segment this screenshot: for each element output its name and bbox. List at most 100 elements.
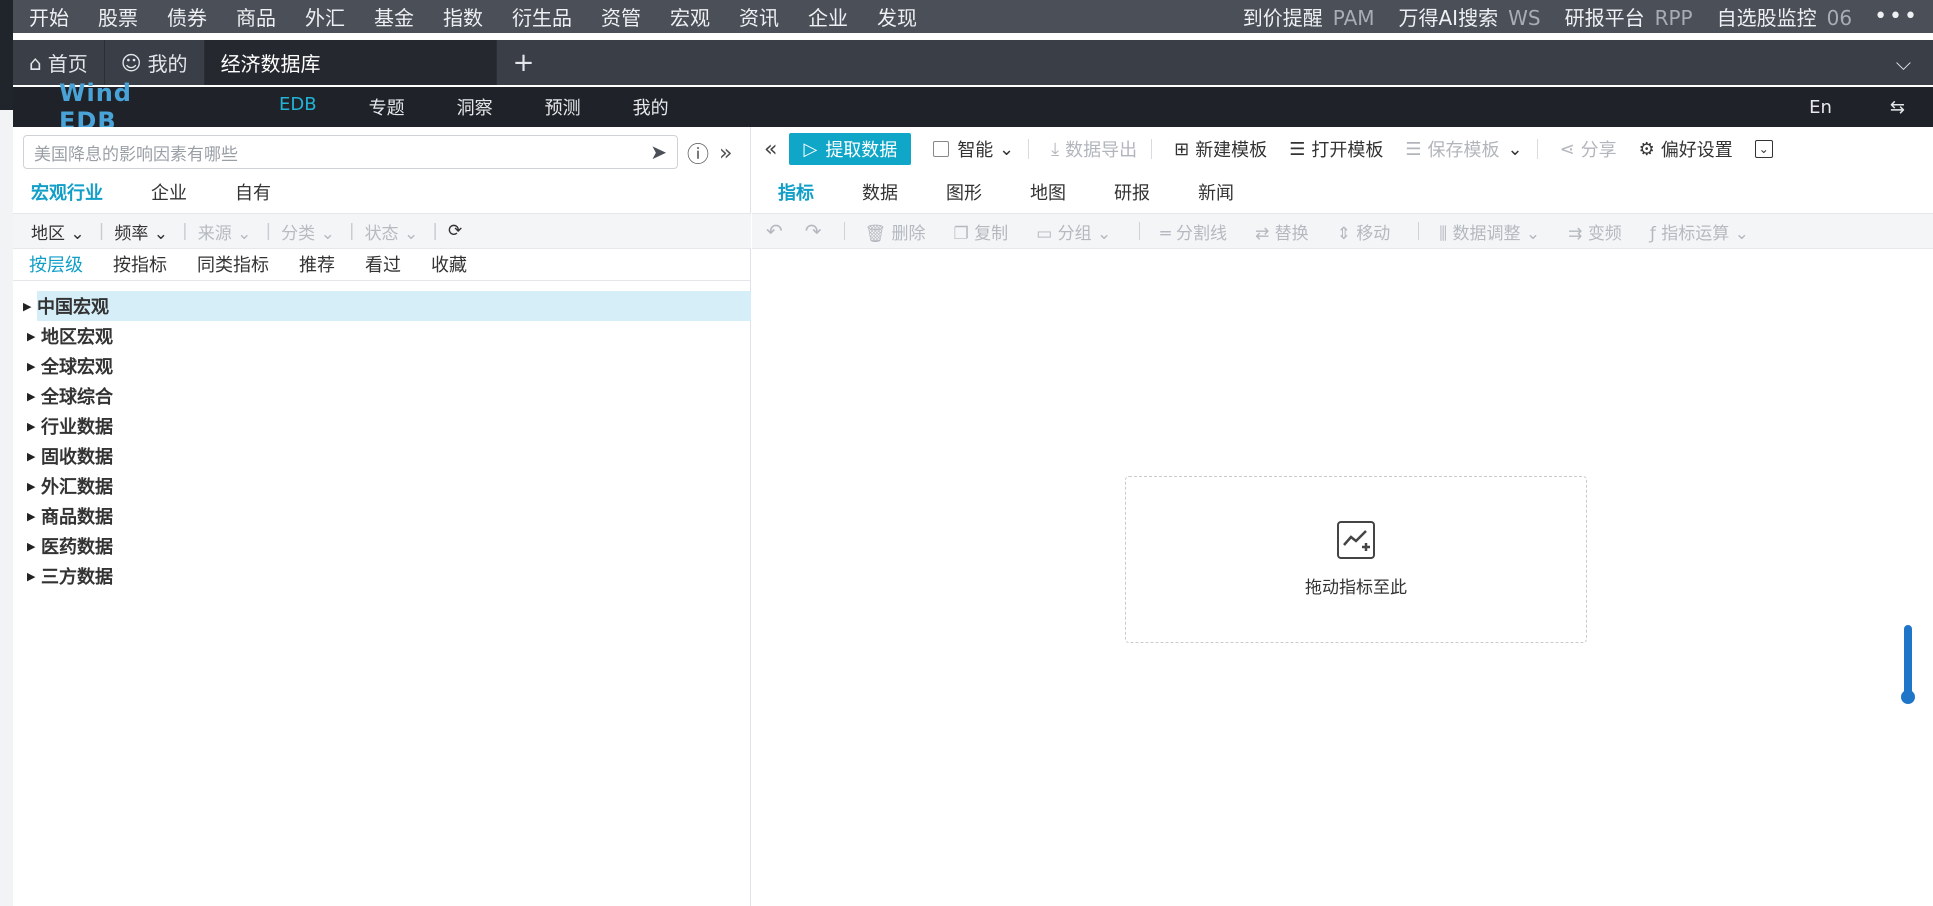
nav-mine[interactable]: 我的 xyxy=(633,94,669,120)
search-input[interactable]: 美国降息的影响因素有哪些 ➤ xyxy=(23,135,678,169)
switch-icon[interactable]: ⇆ xyxy=(1890,97,1905,118)
delete-button[interactable]: 🗑 删除 xyxy=(865,219,926,244)
scope-enterprise[interactable]: 企业 xyxy=(151,179,187,205)
menu-start[interactable]: 开始 xyxy=(29,2,69,31)
ai-search-link[interactable]: 万得AI搜索 WS xyxy=(1399,2,1541,31)
menu-discover[interactable]: 发现 xyxy=(877,2,917,31)
redo-icon[interactable]: ↷ xyxy=(805,219,822,243)
preferences-button[interactable]: ⚙ 偏好设置 xyxy=(1639,136,1733,162)
divider-button[interactable]: ═ 分割线 xyxy=(1160,219,1227,244)
save-template-chevron-icon[interactable]: ⌄ xyxy=(1507,139,1522,160)
tree-node[interactable]: ▶ 地区宏观 xyxy=(13,321,751,351)
view-tabs: 指标 数据 图形 地图 研报 新闻 xyxy=(778,179,1282,205)
drop-zone-text: 拖动指标至此 xyxy=(1305,578,1407,598)
save-template-button[interactable]: ☰ 保存模板 xyxy=(1405,136,1499,162)
tab-by-level[interactable]: 按层级 xyxy=(29,251,83,277)
panel-dropdown-icon[interactable]: ⌄ xyxy=(1754,140,1773,158)
download-icon: ⤓ xyxy=(1051,138,1060,160)
tree-node[interactable]: ▶ 固收数据 xyxy=(13,441,751,471)
menu-funds[interactable]: 基金 xyxy=(374,2,414,31)
filter-bar: 地区 ⌄ | 频率 ⌄ | 来源 ⌄ | 分类 ⌄ | 状态 ⌄ | ⟳ xyxy=(13,213,751,249)
tab-map[interactable]: 地图 xyxy=(1030,179,1066,205)
menu-bonds[interactable]: 债券 xyxy=(167,2,207,31)
new-template-button[interactable]: ⊞ 新建模板 xyxy=(1174,136,1267,162)
tree-node[interactable]: ▶ 三方数据 xyxy=(13,561,751,591)
research-platform-link[interactable]: 研报平台 RPP xyxy=(1565,2,1693,31)
region-filter[interactable]: 地区 ⌄ xyxy=(31,219,85,244)
scope-own[interactable]: 自有 xyxy=(235,179,271,205)
tab-viewed[interactable]: 看过 xyxy=(365,251,401,277)
tab-list-chevron-icon[interactable]: ⌵ xyxy=(1896,40,1933,85)
scope-macro-industry[interactable]: 宏观行业 xyxy=(31,179,103,205)
move-button[interactable]: ⇕ 移动 xyxy=(1337,219,1391,244)
indicator-calc-button[interactable]: ƒ 指标运算 ⌄ xyxy=(1650,219,1749,244)
tab-by-indicator[interactable]: 按指标 xyxy=(113,251,167,277)
tree-node[interactable]: ▶ 商品数据 xyxy=(13,501,751,531)
scope-tabs: 宏观行业 企业 自有 xyxy=(31,179,319,205)
extract-data-button[interactable]: ▷ 提取数据 xyxy=(789,133,912,165)
menu-asset-mgmt[interactable]: 资管 xyxy=(601,2,641,31)
caret-right-icon: ▶ xyxy=(27,329,36,343)
category-filter[interactable]: 分类 ⌄ xyxy=(281,219,335,244)
language-toggle[interactable]: En xyxy=(1809,97,1832,118)
menu-stocks[interactable]: 股票 xyxy=(98,2,138,31)
expand-panel-icon[interactable]: » xyxy=(719,141,732,166)
help-icon[interactable]: ⓘ xyxy=(687,137,709,169)
menu-macro[interactable]: 宏观 xyxy=(670,2,710,31)
tab-recommend[interactable]: 推荐 xyxy=(299,251,335,277)
menu-news[interactable]: 资讯 xyxy=(739,2,779,31)
group-button[interactable]: ▭ 分组 ⌄ xyxy=(1036,219,1111,244)
tree-node[interactable]: ▶ 外汇数据 xyxy=(13,471,751,501)
replace-button[interactable]: ⇄ 替换 xyxy=(1255,219,1309,244)
tab-edb[interactable]: 经济数据库 xyxy=(204,40,497,85)
tree-node[interactable]: ▶ 全球宏观 xyxy=(13,351,751,381)
caret-right-icon: ▶ xyxy=(27,509,36,523)
category-tree: ▶ 中国宏观 ▶ 地区宏观 ▶ 全球宏观 ▶ 全球综合 ▶ 行业数据 ▶ 固收数据 ▶ 外汇数… xyxy=(13,291,751,591)
open-template-button[interactable]: ☰ 打开模板 xyxy=(1289,136,1383,162)
chart-add-icon xyxy=(1337,521,1375,559)
workspace-panel: « ▷ 提取数据 智能 ⌄ ⤓ 数据导出 ⊞ 新建模板 ☰ 打开模板 ☰ 保存模板 ⌄ ⋖… xyxy=(752,127,1933,906)
nav-insights[interactable]: 洞察 xyxy=(457,94,493,120)
tree-node[interactable]: ▶ 中国宏观 xyxy=(23,291,751,321)
refresh-icon[interactable]: ⟳ xyxy=(448,221,462,241)
nav-forecast[interactable]: 预测 xyxy=(545,94,581,120)
frequency-filter[interactable]: 频率 ⌄ xyxy=(114,219,168,244)
price-alert-link[interactable]: 到价提醒 PAM xyxy=(1243,2,1375,31)
tab-favorites[interactable]: 收藏 xyxy=(431,251,467,277)
tree-node[interactable]: ▶ 行业数据 xyxy=(13,411,751,441)
send-icon[interactable]: ➤ xyxy=(650,140,667,164)
data-adjust-button[interactable]: ⫼ 数据调整 ⌄ xyxy=(1439,219,1540,244)
tree-node[interactable]: ▶ 医药数据 xyxy=(13,531,751,561)
add-tab-button[interactable]: + xyxy=(497,40,551,85)
menu-commodities[interactable]: 商品 xyxy=(236,2,276,31)
status-filter[interactable]: 状态 ⌄ xyxy=(365,219,419,244)
tab-similar[interactable]: 同类指标 xyxy=(197,251,269,277)
nav-topics[interactable]: 专题 xyxy=(369,94,405,120)
tab-charts[interactable]: 图形 xyxy=(946,179,982,205)
desktop-edge xyxy=(0,0,13,906)
nav-edb[interactable]: EDB xyxy=(279,94,317,120)
source-filter[interactable]: 来源 ⌄ xyxy=(198,219,252,244)
tab-news[interactable]: 新闻 xyxy=(1198,179,1234,205)
more-icon[interactable]: ••• xyxy=(1874,4,1919,29)
tab-research[interactable]: 研报 xyxy=(1114,179,1150,205)
tab-data[interactable]: 数据 xyxy=(862,179,898,205)
copy-button[interactable]: ❐ 复制 xyxy=(954,219,1009,244)
data-export-button[interactable]: ⤓ 数据导出 xyxy=(1051,136,1137,162)
indicator-drop-zone[interactable]: 拖动指标至此 xyxy=(1125,476,1587,643)
watchlist-monitor-link[interactable]: 自选股监控 06 xyxy=(1717,2,1852,31)
scrollbar-knob[interactable] xyxy=(1901,690,1915,704)
menu-derivatives[interactable]: 衍生品 xyxy=(512,2,572,31)
frequency-convert-button[interactable]: ⇉ 变频 xyxy=(1568,219,1622,244)
tree-node[interactable]: ▶ 全球综合 xyxy=(13,381,751,411)
template-icon: ☰ xyxy=(1289,138,1306,160)
menu-forex[interactable]: 外汇 xyxy=(305,2,345,31)
undo-icon[interactable]: ↶ xyxy=(766,219,783,243)
collapse-left-icon[interactable]: « xyxy=(764,137,777,162)
smart-toggle[interactable]: 智能 ⌄ xyxy=(933,136,1014,162)
share-button[interactable]: ⋖ 分享 xyxy=(1560,136,1617,162)
menu-indices[interactable]: 指数 xyxy=(443,2,483,31)
scrollbar-handle[interactable] xyxy=(1904,625,1912,695)
menu-enterprise[interactable]: 企业 xyxy=(808,2,848,31)
tab-indicators[interactable]: 指标 xyxy=(778,179,814,205)
